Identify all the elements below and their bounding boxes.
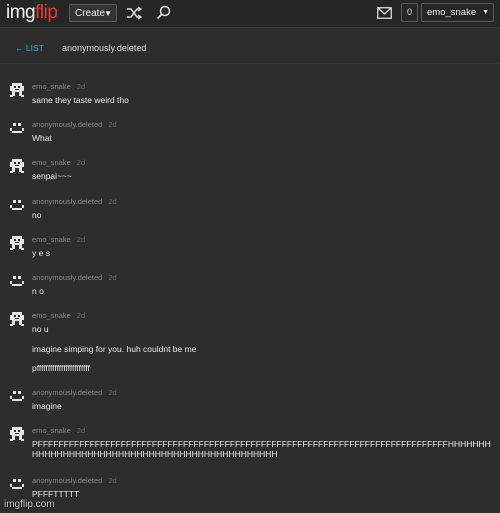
message-author[interactable]: emo_snake	[32, 82, 71, 91]
message-timestamp: 2d	[108, 120, 117, 129]
message-meta: anonymously.deleted 2d	[32, 388, 117, 397]
message-timestamp: 2d	[108, 476, 117, 485]
pixel-creature-icon[interactable]	[9, 311, 25, 327]
message-meta: emo_snake 2d	[32, 82, 85, 91]
top-navigation-bar: imgflip Create ▼ 0 emo_snake ▼	[0, 0, 500, 28]
message-text: PFFFTTTTT	[32, 489, 80, 499]
pixel-creature-icon[interactable]	[9, 426, 25, 442]
user-menu-button[interactable]: emo_snake ▼	[421, 3, 494, 22]
back-to-list-link[interactable]: ← LIST	[15, 43, 44, 53]
message-text: imagine	[32, 401, 62, 411]
conversation-header: ← LIST anonymously.deleted	[0, 38, 500, 60]
message-timestamp: 2d	[76, 158, 86, 167]
message-text: same they taste weird tho	[32, 95, 129, 105]
chevron-down-icon: ▼	[104, 9, 112, 18]
conversation-title: anonymously.deleted	[62, 43, 147, 53]
search-icon[interactable]	[156, 5, 171, 20]
message-meta: emo_snake 2d	[32, 311, 85, 320]
username-label: emo_snake	[427, 7, 477, 18]
message-text: n o	[32, 286, 44, 296]
message-timestamp: 2d	[108, 388, 117, 397]
logo-text-img: img	[6, 2, 36, 23]
divider	[0, 63, 500, 64]
pixel-creature-icon[interactable]	[9, 82, 25, 98]
message-author[interactable]: anonymously.deleted	[32, 120, 102, 129]
message-timestamp: 2d	[76, 426, 86, 435]
create-button-label: Create	[75, 8, 106, 19]
message-meta: anonymously.deleted 2d	[32, 273, 117, 282]
smiley-icon[interactable]	[9, 197, 25, 213]
message-author[interactable]: anonymously.deleted	[32, 273, 102, 282]
message-text: y e s	[32, 248, 50, 258]
message-text: no u	[32, 324, 49, 334]
message-meta: emo_snake 2d	[32, 426, 85, 435]
message-timestamp: 2d	[108, 197, 117, 206]
pixel-creature-icon[interactable]	[9, 158, 25, 174]
message-timestamp: 2d	[76, 82, 86, 91]
message-text: pffffffffffffffffffffffff	[32, 363, 90, 373]
shuffle-icon[interactable]	[126, 6, 142, 20]
message-timestamp: 2d	[108, 273, 117, 282]
watermark: imgflip.com	[4, 499, 55, 510]
message-author[interactable]: emo_snake	[32, 235, 71, 244]
message-meta: anonymously.deleted 2d	[32, 120, 117, 129]
smiley-icon[interactable]	[9, 120, 25, 136]
message-author[interactable]: anonymously.deleted	[32, 476, 102, 485]
message-meta: anonymously.deleted 2d	[32, 197, 117, 206]
message-text: no	[32, 210, 42, 220]
message-timestamp: 2d	[76, 235, 86, 244]
message-meta: emo_snake 2d	[32, 235, 85, 244]
smiley-icon[interactable]	[9, 476, 25, 492]
message-timestamp: 2d	[76, 311, 86, 320]
mail-icon[interactable]	[377, 7, 392, 19]
notification-count-button[interactable]: 0	[401, 3, 418, 22]
imgflip-logo[interactable]: imgflip	[6, 2, 58, 24]
message-text: What	[32, 133, 52, 143]
message-author[interactable]: anonymously.deleted	[32, 197, 102, 206]
message-author[interactable]: anonymously.deleted	[32, 388, 102, 397]
message-author[interactable]: emo_snake	[32, 158, 71, 167]
message-text: imagine simping for you. huh couldnt be …	[32, 344, 197, 354]
smiley-icon[interactable]	[9, 273, 25, 289]
pixel-creature-icon[interactable]	[9, 235, 25, 251]
create-button[interactable]: Create ▼	[69, 4, 117, 22]
logo-text-flip: flip	[35, 2, 58, 23]
message-text: senpai~~~	[32, 171, 72, 181]
message-text: PFFFFFFFFFFFFFFFFFFFFFFFFFFFFFFFFFFFFFFF…	[32, 439, 491, 459]
message-author[interactable]: emo_snake	[32, 426, 71, 435]
smiley-icon[interactable]	[9, 388, 25, 404]
message-meta: anonymously.deleted 2d	[32, 476, 117, 485]
message-author[interactable]: emo_snake	[32, 311, 71, 320]
message-meta: emo_snake 2d	[32, 158, 85, 167]
chevron-down-icon: ▼	[482, 9, 489, 16]
